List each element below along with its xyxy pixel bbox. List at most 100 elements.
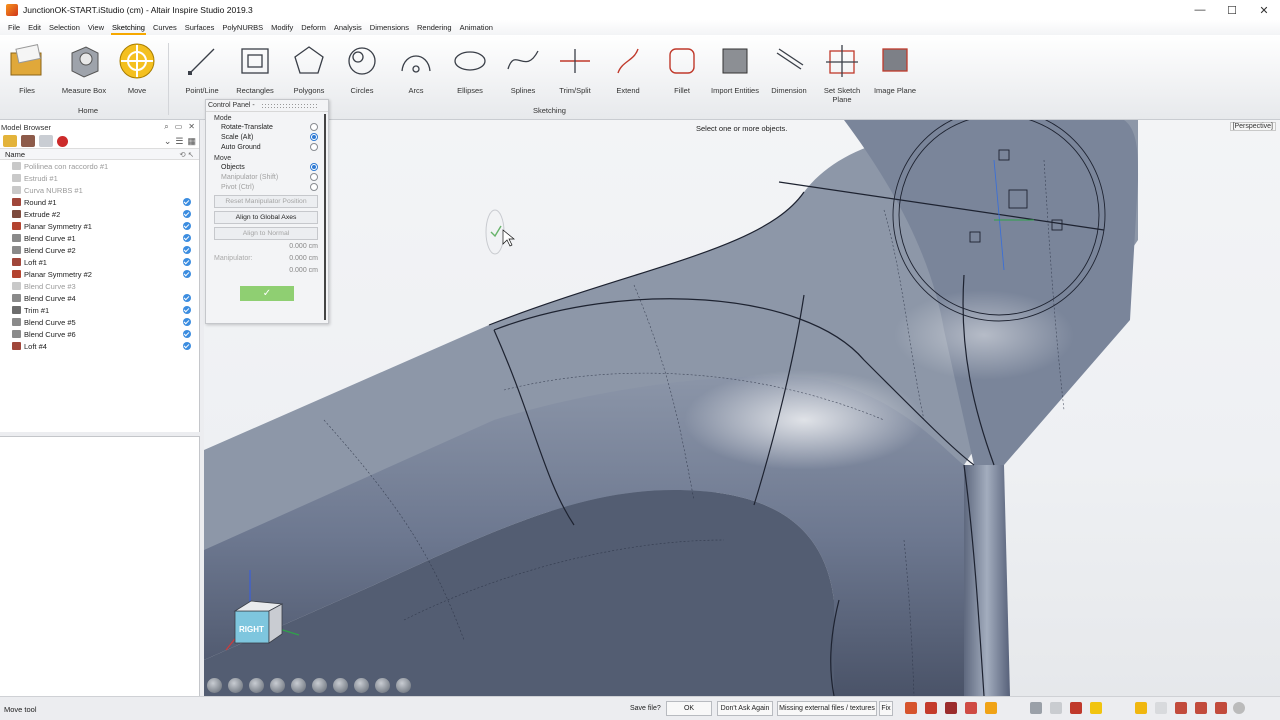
ribbon-tool-sketch-plane[interactable]: Set Sketch Plane: [815, 41, 869, 104]
frame-icon[interactable]: [1215, 702, 1227, 714]
view-orbit-icon[interactable]: [207, 678, 222, 693]
shading-icon[interactable]: [945, 702, 957, 714]
objects-filter-icon[interactable]: [3, 135, 17, 147]
radio-button[interactable]: [310, 133, 318, 141]
view-select-icon[interactable]: [249, 678, 264, 693]
drag-grip-icon[interactable]: [260, 103, 317, 108]
visibility-check-icon[interactable]: [183, 318, 191, 326]
grid-snap-icon[interactable]: [965, 702, 977, 714]
ribbon-tool-measure-box[interactable]: Measure Box: [57, 41, 111, 95]
visibility-check-icon[interactable]: [183, 306, 191, 314]
materials-icon[interactable]: [57, 135, 68, 147]
radio-option[interactable]: Rotate-Translate: [206, 122, 328, 132]
tree-item[interactable]: Polilinea con raccordo #1: [0, 160, 199, 172]
grid-view-icon[interactable]: ▦: [187, 136, 196, 147]
radio-button[interactable]: [310, 143, 318, 151]
radio-option[interactable]: Auto Ground: [206, 142, 328, 152]
tree-item[interactable]: Trim #1: [0, 304, 199, 316]
ribbon-tool-dimension[interactable]: Dimension: [762, 41, 816, 95]
menu-item-animation[interactable]: Animation: [456, 20, 497, 35]
tree-item[interactable]: Blend Curve #2: [0, 244, 199, 256]
ribbon-tool-image-plane[interactable]: Image Plane: [868, 41, 922, 95]
list-view-icon[interactable]: ☰: [175, 136, 183, 147]
tree-item[interactable]: Blend Curve #3: [0, 280, 199, 292]
reset-manipulator-button[interactable]: Reset Manipulator Position: [214, 195, 318, 208]
visibility-check-icon[interactable]: [183, 210, 191, 218]
align-global-axes-button[interactable]: Align to Global Axes: [214, 211, 318, 224]
ribbon-tool-fillet[interactable]: Fillet: [655, 41, 709, 95]
menu-item-curves[interactable]: Curves: [149, 20, 181, 35]
view-globe-icon[interactable]: [312, 678, 327, 693]
tree-item[interactable]: Blend Curve #6: [0, 328, 199, 340]
radio-option[interactable]: Scale (Alt): [206, 132, 328, 142]
tree-item[interactable]: Blend Curve #4: [0, 292, 199, 304]
ok-button[interactable]: OK: [666, 701, 712, 716]
layers-icon[interactable]: [21, 135, 35, 147]
view-render-icon[interactable]: [333, 678, 348, 693]
menu-item-modify[interactable]: Modify: [267, 20, 297, 35]
value-field[interactable]: 0.000 cm: [289, 243, 318, 250]
ribbon-tool-ellipses[interactable]: Ellipses: [443, 41, 497, 95]
heat-icon[interactable]: [905, 702, 917, 714]
close-panel-icon[interactable]: ✕: [188, 122, 195, 132]
paint-icon[interactable]: [925, 702, 937, 714]
fix-button[interactable]: Fix: [879, 701, 893, 716]
visibility-check-icon[interactable]: [183, 342, 191, 350]
search-icon[interactable]: ⌕: [164, 122, 168, 132]
radio-option[interactable]: Manipulator (Shift): [206, 172, 328, 182]
menu-item-analysis[interactable]: Analysis: [330, 20, 366, 35]
visibility-check-icon[interactable]: [183, 330, 191, 338]
menu-item-sketching[interactable]: Sketching: [108, 20, 149, 35]
ribbon-tool-splines[interactable]: Splines: [496, 41, 550, 95]
ribbon-tool-arcs[interactable]: Arcs: [389, 41, 443, 95]
align-normal-button[interactable]: Align to Normal: [214, 227, 318, 240]
visibility-check-icon[interactable]: [183, 234, 191, 242]
radio-option[interactable]: Pivot (Ctrl): [206, 182, 328, 192]
hatch-icon[interactable]: [1195, 702, 1207, 714]
view-zoom-icon[interactable]: [375, 678, 390, 693]
close-button[interactable]: ✕: [1248, 0, 1280, 20]
radio-button[interactable]: [310, 123, 318, 131]
menu-item-view[interactable]: View: [84, 20, 108, 35]
projection-toggle[interactable]: [Perspective]: [1229, 122, 1276, 131]
minimize-button[interactable]: —: [1184, 0, 1216, 20]
menu-item-dimensions[interactable]: Dimensions: [366, 20, 413, 35]
view-shading-icon[interactable]: [354, 678, 369, 693]
visibility-check-icon[interactable]: [183, 294, 191, 302]
ribbon-tool-rectangles[interactable]: Rectangles: [228, 41, 282, 95]
tree-item[interactable]: Loft #4: [0, 340, 199, 352]
snap-active-icon[interactable]: [985, 702, 997, 714]
tree-item[interactable]: Blend Curve #5: [0, 316, 199, 328]
lights-icon[interactable]: [39, 135, 53, 147]
curve-icon[interactable]: [1030, 702, 1042, 714]
ribbon-tool-extend[interactable]: Extend: [601, 41, 655, 95]
tree-item[interactable]: Blend Curve #1: [0, 232, 199, 244]
value-field[interactable]: 0.000 cm: [289, 267, 318, 274]
tree-item[interactable]: Extrude #2: [0, 208, 199, 220]
view-box-icon[interactable]: [270, 678, 285, 693]
box-icon[interactable]: [1050, 702, 1062, 714]
ribbon-tool-import-entities[interactable]: Import Entities: [708, 41, 762, 95]
menu-item-file[interactable]: File: [4, 20, 24, 35]
radio-button[interactable]: [310, 173, 318, 181]
chevron-down-icon[interactable]: ⌄: [164, 136, 172, 147]
visibility-check-icon[interactable]: [183, 198, 191, 206]
3d-viewport[interactable]: RIGHT Select one or more objects. [Persp…: [204, 120, 1280, 696]
panel-menu-icon[interactable]: ▭: [175, 122, 183, 132]
light-icon[interactable]: [1090, 702, 1102, 714]
view-camera-icon[interactable]: [396, 678, 411, 693]
value-field[interactable]: 0.000 cm: [289, 255, 318, 262]
cube-outline-icon[interactable]: [1155, 702, 1167, 714]
menu-item-deform[interactable]: Deform: [297, 20, 330, 35]
radio-button[interactable]: [310, 183, 318, 191]
visibility-check-icon[interactable]: [183, 270, 191, 278]
model-surface[interactable]: RIGHT: [204, 120, 1280, 696]
ribbon-tool-polygons[interactable]: Polygons: [282, 41, 336, 95]
ribbon-tool-circles[interactable]: Circles: [335, 41, 389, 95]
visibility-check-icon[interactable]: [183, 222, 191, 230]
ribbon-tool-move[interactable]: Move: [110, 41, 164, 95]
ribbon-tool-folder[interactable]: Files: [0, 41, 54, 95]
ribbon-tool-trim-split[interactable]: Trim/Split: [548, 41, 602, 95]
menu-item-rendering[interactable]: Rendering: [413, 20, 456, 35]
tree-item[interactable]: Planar Symmetry #1: [0, 220, 199, 232]
